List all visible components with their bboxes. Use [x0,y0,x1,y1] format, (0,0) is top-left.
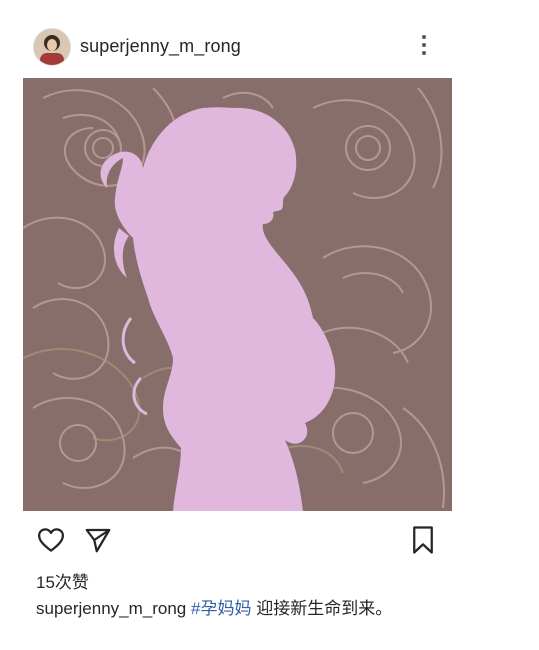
bookmark-icon[interactable] [410,525,436,560]
send-icon[interactable] [83,525,113,560]
more-vertical-icon[interactable] [417,35,431,59]
caption-text: 迎接新生命到来。 [251,599,393,618]
post-username[interactable]: superjenny_m_rong [80,36,241,57]
hashtag-link[interactable]: #孕妈妈 [191,599,251,618]
avatar[interactable] [33,28,71,66]
post-caption: superjenny_m_rong #孕妈妈 迎接新生命到来。 [36,596,416,622]
post-image[interactable] [23,78,452,511]
like-count[interactable]: 15次赞 [36,568,89,593]
caption-username[interactable]: superjenny_m_rong [36,599,186,618]
post-header: superjenny_m_rong [0,0,539,78]
post-actions [0,515,539,565]
heart-icon[interactable] [36,525,66,560]
